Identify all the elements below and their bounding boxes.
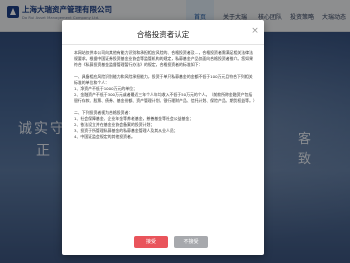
- dialog-title: 合格投资者认定: [136, 30, 190, 39]
- intro-text: 本网站仅供本公司向其他有能力识别和承担相应风险的、合格投资者及…，合格投资者需满…: [74, 50, 253, 67]
- close-icon[interactable]: ×: [250, 26, 260, 36]
- section1-item: 2、金融资产不低于300万元或者最近三年个人年均收入不低于50万元的个人。（前款…: [74, 92, 256, 103]
- qualified-investor-dialog: 合格投资者认定 × 本网站仅供本公司向其他有能力识别和承担相应风险的、合格投资者…: [62, 20, 264, 255]
- accept-button[interactable]: 接受: [134, 236, 168, 248]
- decline-button[interactable]: 不接受: [174, 236, 208, 248]
- section2-item: 4、中国证监会规定的其他投资者。: [74, 134, 135, 139]
- dialog-body: 本网站仅供本公司向其他有能力识别和承担相应风险的、合格投资者及…，合格投资者需满…: [74, 50, 256, 228]
- dialog-divider: [62, 44, 264, 45]
- section1-title: 一、具备相应风险识别能力和风险承担能力，投资于单只私募基金的金额不低于100万元…: [74, 74, 253, 85]
